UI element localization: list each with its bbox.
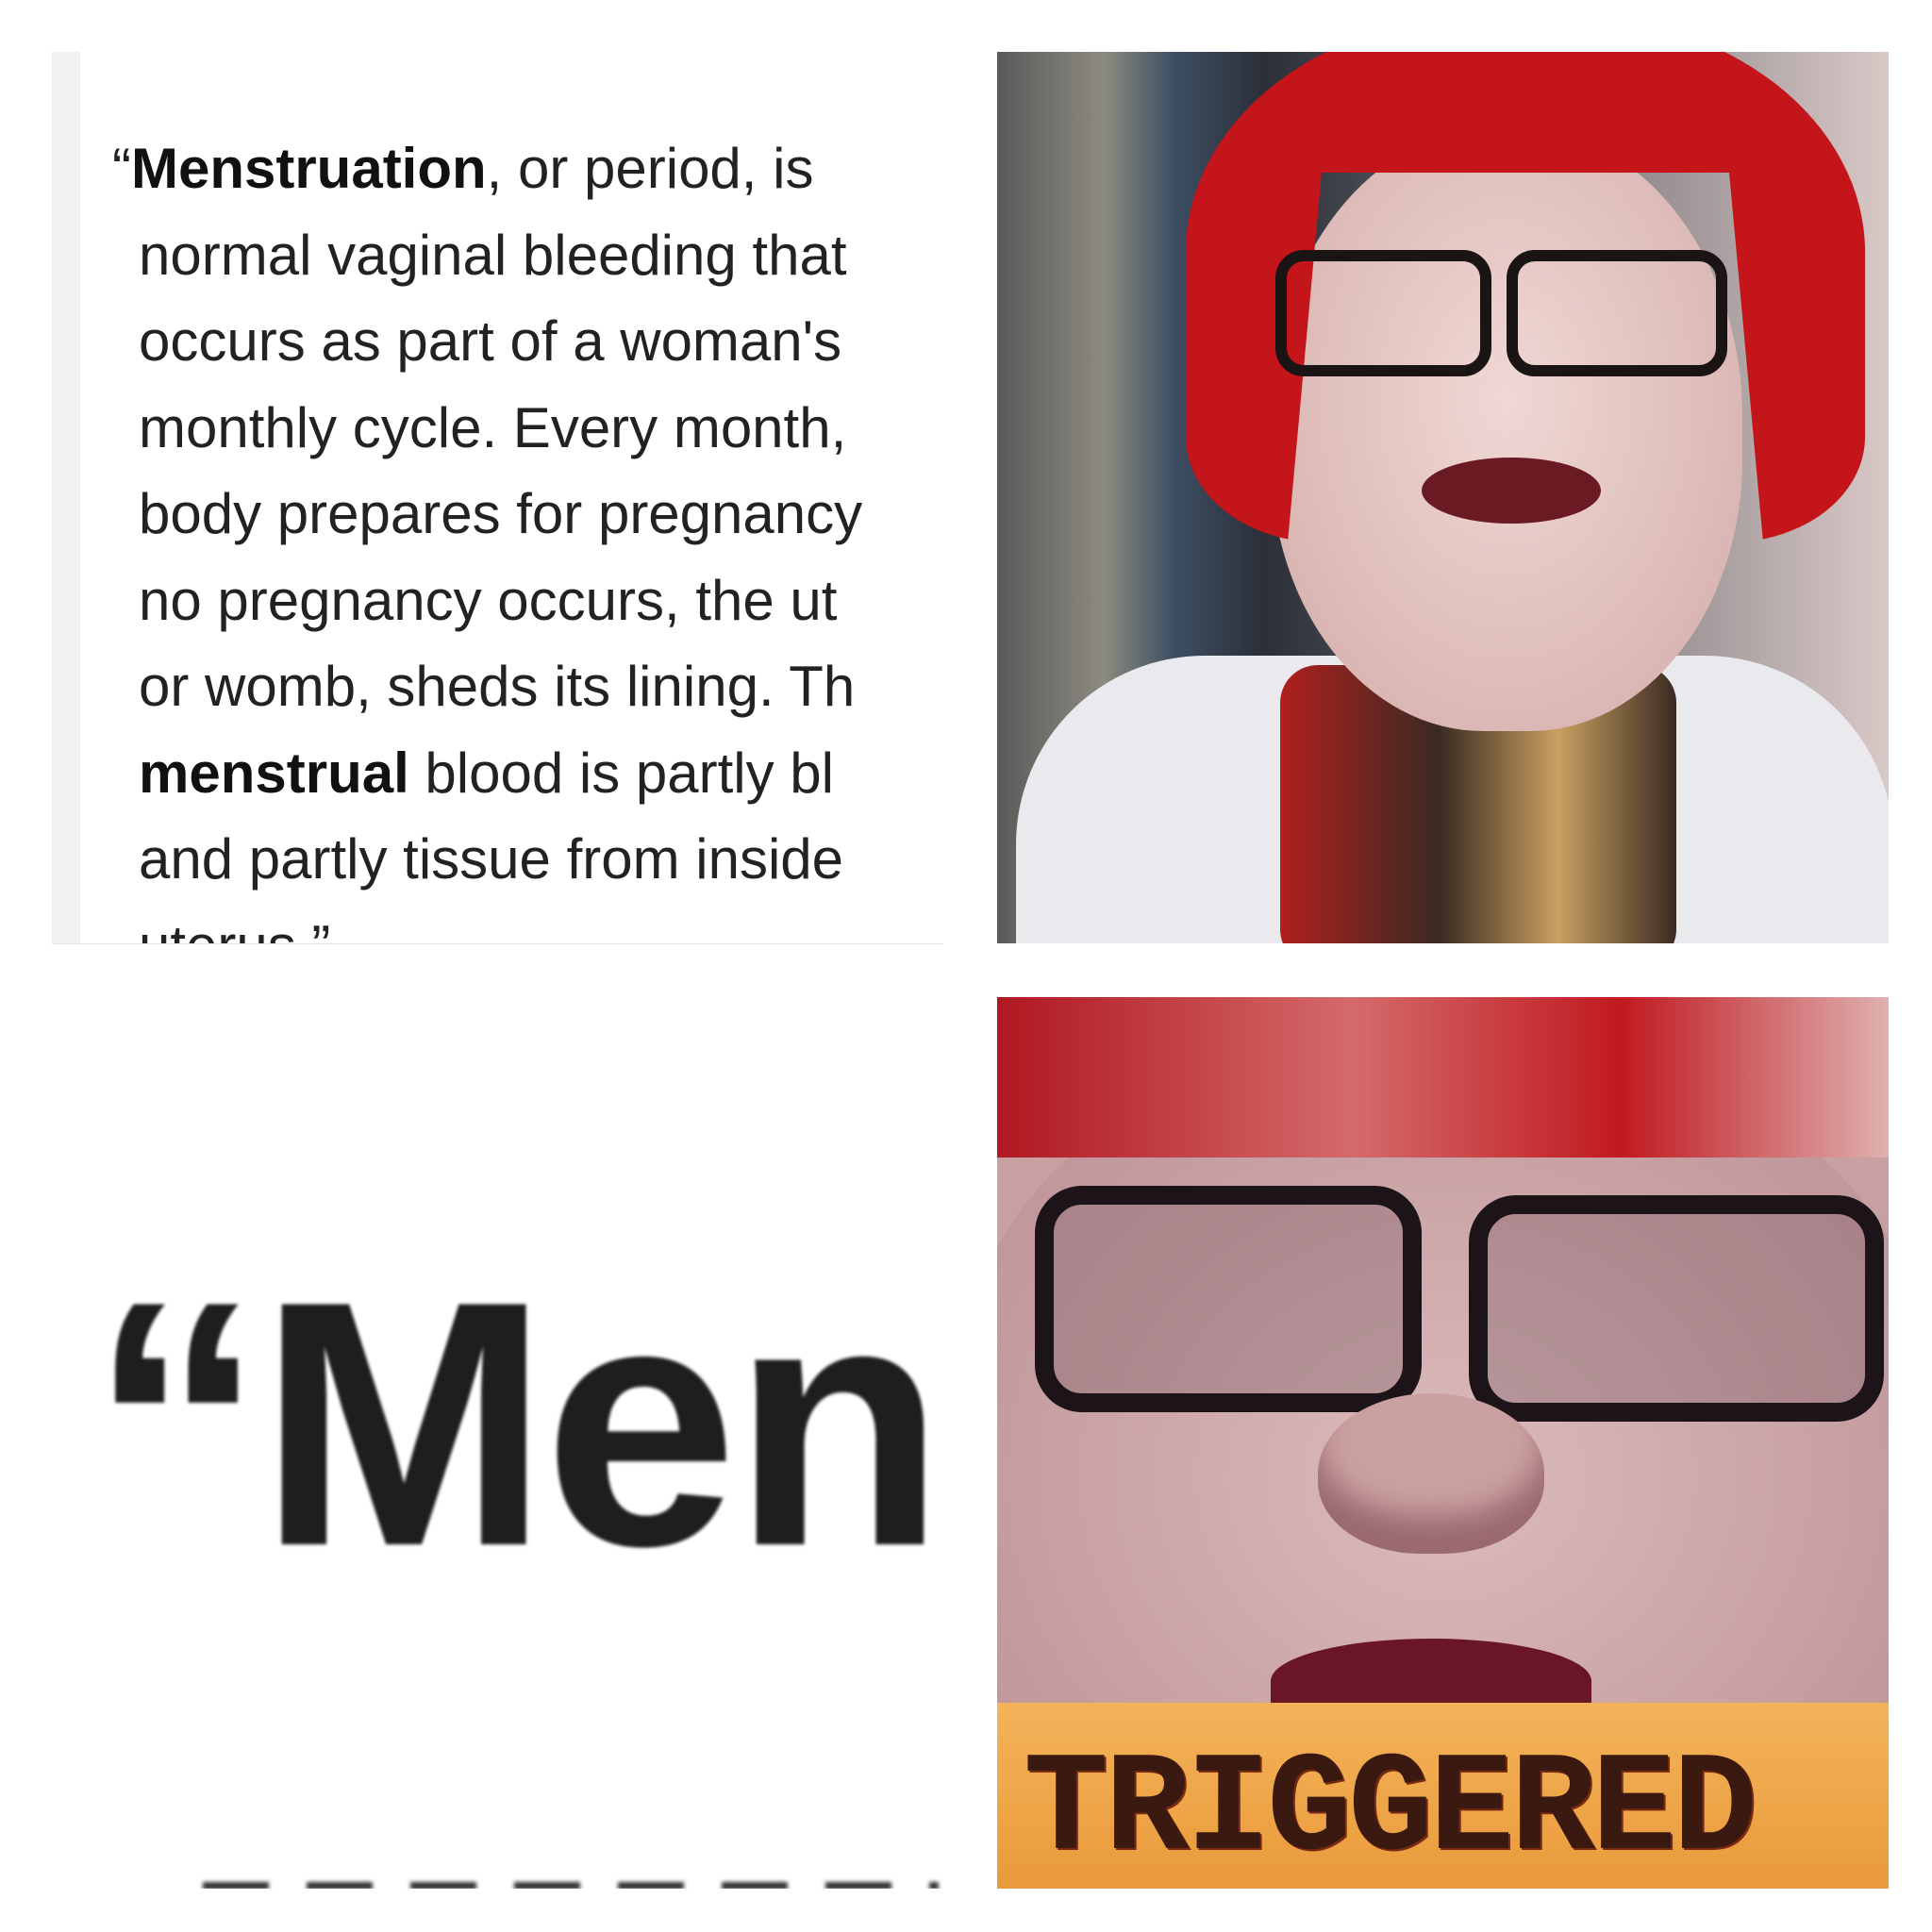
glasses-left: [1035, 1186, 1422, 1412]
line-text: , or period, is: [486, 137, 814, 200]
woman-closeup-photo: TRIGGERED: [997, 997, 1889, 1889]
glasses-right: [1507, 250, 1727, 376]
quote-line: “Menstruation, or period, is: [112, 125, 943, 212]
triggered-banner: TRIGGERED: [997, 1703, 1889, 1889]
zoomed-word: “Mens: [90, 1229, 943, 1619]
left-border-strip: [52, 52, 80, 943]
nose: [1318, 1393, 1544, 1554]
line-text: blood is partly bl: [408, 741, 834, 805]
bold-term: menstrual: [139, 741, 409, 805]
glasses-right: [1469, 1195, 1884, 1422]
quote-line: body prepares for pregnancy: [139, 482, 863, 545]
red-hair: [997, 997, 1889, 1158]
quote-line: uterus.”: [139, 903, 943, 944]
cropped-next-line: [203, 1882, 939, 1889]
quote-line: occurs as part of a woman's: [139, 309, 842, 373]
bold-term: Menstruation: [130, 137, 487, 200]
zoomed-text-panel: “Mens: [52, 997, 943, 1889]
woman-photo: [997, 52, 1889, 943]
triggered-label: TRIGGERED: [1024, 1731, 1757, 1889]
definition-quote: “Menstruation, or period, is normal vagi…: [112, 125, 943, 944]
quote-line: and partly tissue from inside: [139, 827, 844, 891]
open-quote: “: [112, 137, 131, 200]
quote-line: monthly cycle. Every month,: [139, 395, 847, 459]
quote-line: no pregnancy occurs, the ut: [139, 568, 838, 632]
quote-line: or womb, sheds its lining. Th: [139, 655, 856, 718]
quote-line: menstrual blood is partly bl: [139, 730, 943, 817]
face: [1271, 127, 1742, 731]
glasses-left: [1275, 250, 1491, 376]
lips: [1422, 458, 1601, 524]
quote-line: normal vaginal bleeding that: [139, 223, 847, 287]
text-panel: “Menstruation, or period, is normal vagi…: [52, 52, 943, 944]
